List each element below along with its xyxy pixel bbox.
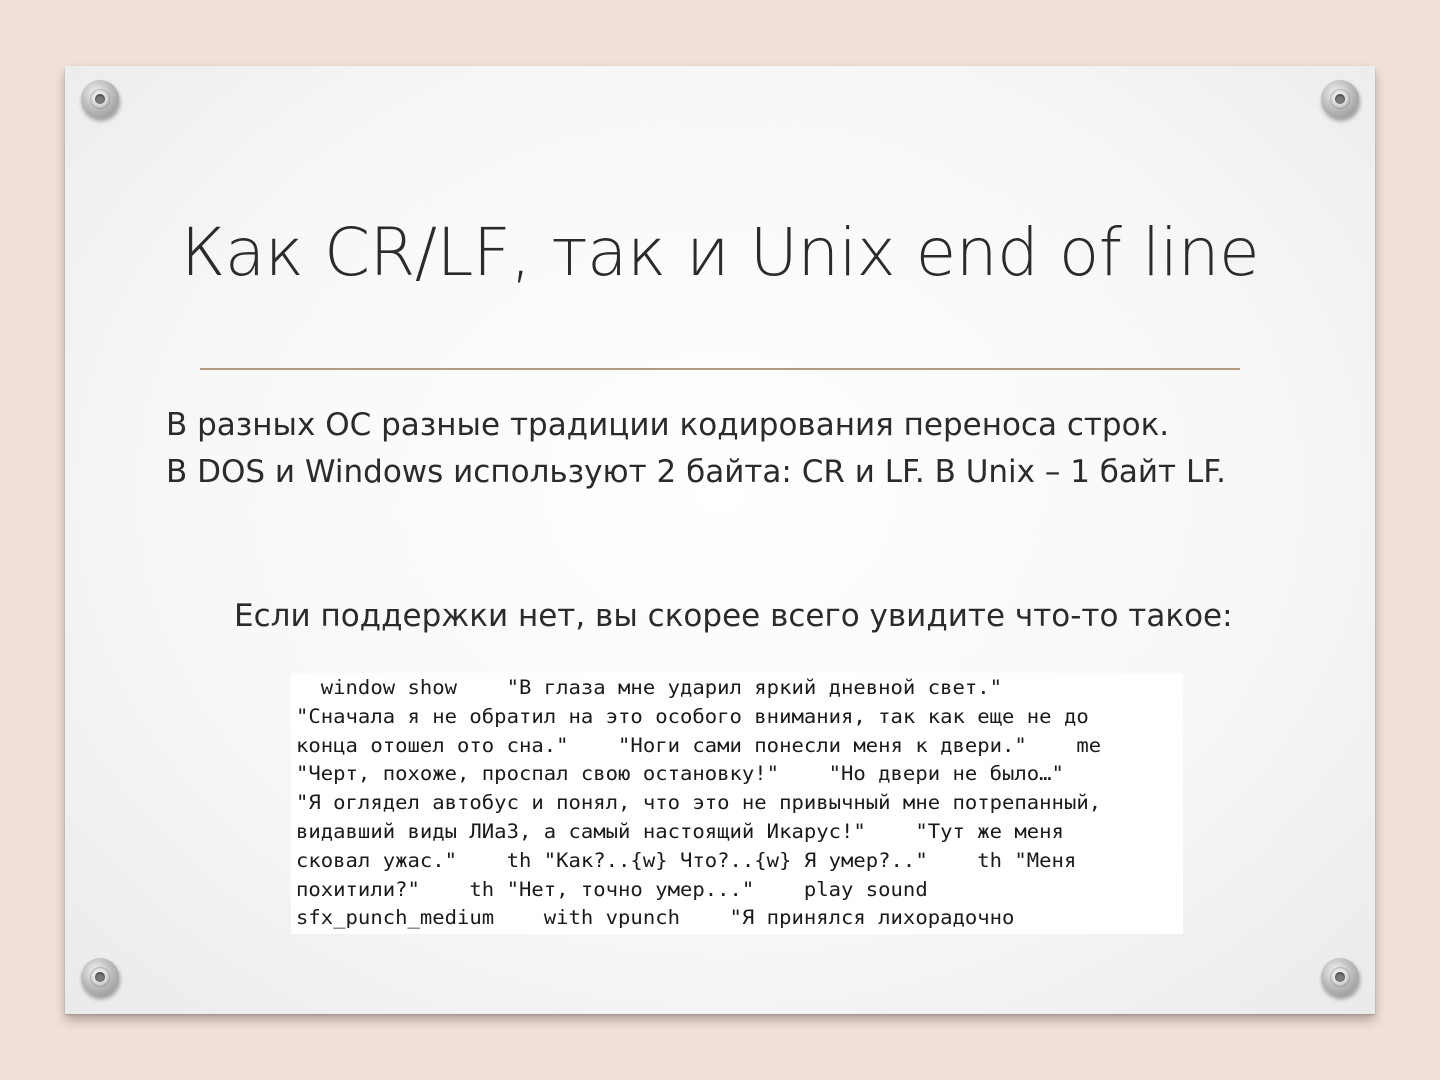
screw-icon: [81, 80, 119, 118]
code-line: "Я оглядел автобус и понял, что это не п…: [296, 791, 1102, 815]
code-line: window show "В глаза мне ударил яркий дн…: [296, 676, 1003, 699]
code-line: видавший виды ЛИаЗ, а самый настоящий Ик…: [296, 819, 1064, 843]
screw-icon: [81, 958, 119, 996]
title-divider: [200, 368, 1240, 370]
code-example: window show "В глаза мне ударил яркий дн…: [291, 673, 1183, 934]
screw-icon: [1321, 80, 1359, 118]
example-caption: Если поддержки нет, вы скорее всего увид…: [234, 598, 1233, 634]
code-line: конца отошел ото сна." "Ноги сами понесл…: [296, 733, 1102, 757]
slide: Как CR/LF, так и Unix end of line В разн…: [65, 66, 1375, 1014]
code-line: "Черт, похоже, проспал свою остановку!" …: [296, 762, 1064, 786]
body-text: В разных ОС разные традиции кодирования …: [166, 402, 1316, 496]
screw-icon: [1321, 958, 1359, 996]
code-line: "Сначала я не обратил на это особого вни…: [296, 704, 1089, 728]
code-line: sfx_punch_medium with vpunch "Я принялся…: [296, 906, 1015, 930]
body-line: В DOS и Windows используют 2 байта: CR и…: [166, 454, 1226, 490]
body-line: В разных ОС разные традиции кодирования …: [166, 407, 1170, 443]
slide-title: Как CR/LF, так и Unix end of line: [180, 214, 1260, 291]
code-line: сковал ужас." th "Как?..{w} Что?..{w} Я …: [296, 848, 1077, 872]
code-line: похитили?" th "Нет, точно умер..." play …: [296, 877, 928, 901]
